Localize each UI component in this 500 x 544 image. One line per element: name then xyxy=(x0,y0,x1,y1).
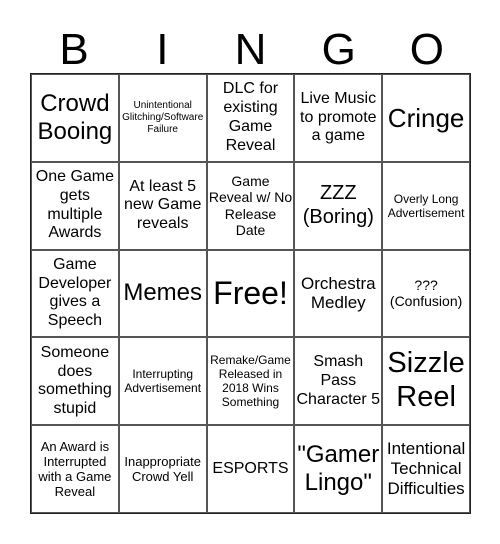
bingo-cell[interactable]: At least 5 new Game reveals xyxy=(118,161,207,250)
header-letter-n: N xyxy=(234,25,267,74)
bingo-cell[interactable]: Inappropriate Crowd Yell xyxy=(118,425,207,513)
bingo-cell[interactable]: Overly Long Advertisement xyxy=(382,161,470,250)
bingo-cell[interactable]: Remake/Game Released in 2018 Wins Someth… xyxy=(206,337,295,426)
bingo-cell[interactable]: Someone does something stupid xyxy=(31,337,119,426)
bingo-header: B I N G O xyxy=(30,28,471,72)
header-letter-g: G xyxy=(321,25,356,74)
free-space[interactable]: Free! xyxy=(206,249,295,338)
bingo-cell[interactable]: Intentional Technical Difficulties xyxy=(382,425,470,513)
bingo-card: Crowd Booing Unintentional Glitching/Sof… xyxy=(30,73,471,514)
bingo-cell[interactable]: ESPORTS xyxy=(206,425,295,513)
bingo-cell[interactable]: Unintentional Glitching/Software Failure xyxy=(118,74,207,162)
bingo-cell[interactable]: Orchestra Medley xyxy=(294,249,383,338)
header-letter-i: I xyxy=(156,25,169,74)
bingo-cell[interactable]: Smash Pass Character 5 xyxy=(294,337,383,426)
bingo-cell[interactable]: Cringe xyxy=(382,74,470,162)
bingo-cell[interactable]: ZZZ (Boring) xyxy=(294,161,383,250)
bingo-cell[interactable]: Live Music to promote a game xyxy=(294,74,383,162)
header-letter-b: B xyxy=(59,25,89,74)
bingo-cell[interactable]: Interrupting Advertisement xyxy=(118,337,207,426)
bingo-cell[interactable]: One Game gets multiple Awards xyxy=(31,161,119,250)
bingo-cell[interactable]: ??? (Confusion) xyxy=(382,249,470,338)
bingo-cell[interactable]: An Award is Interrupted with a Game Reve… xyxy=(31,425,119,513)
bingo-cell[interactable]: DLC for existing Game Reveal xyxy=(206,74,295,162)
bingo-cell[interactable]: Sizzle Reel xyxy=(382,337,470,426)
header-letter-o: O xyxy=(409,25,445,74)
bingo-cell[interactable]: Game Reveal w/ No Release Date xyxy=(206,161,295,250)
bingo-cell[interactable]: "Gamer Lingo" xyxy=(294,425,383,513)
bingo-cell[interactable]: Memes xyxy=(118,249,207,338)
bingo-cell[interactable]: Game Developer gives a Speech xyxy=(31,249,119,338)
bingo-cell[interactable]: Crowd Booing xyxy=(31,74,119,162)
